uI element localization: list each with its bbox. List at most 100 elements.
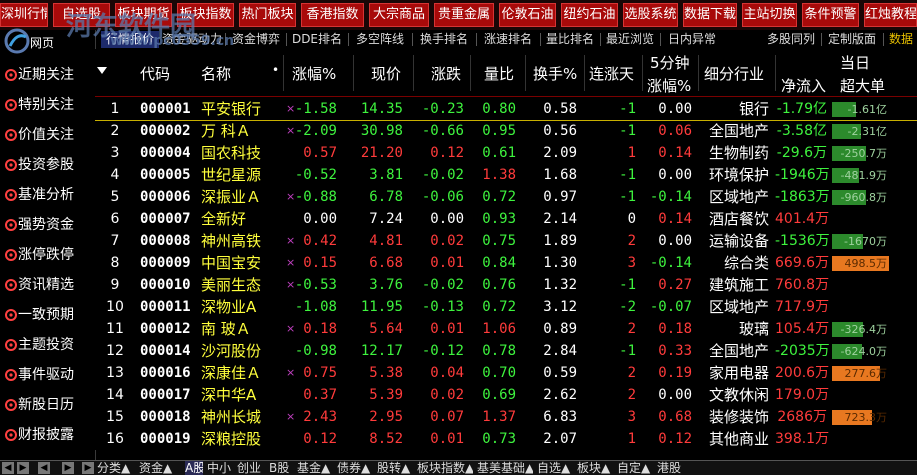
stock-name: 中国宝安 [201, 254, 262, 272]
header-divider [353, 55, 354, 91]
table-row[interactable]: 2 000002 万 科Ａ × -2.09 30.98 -0.66 0.95 0.56 -1 0.0… [95, 120, 917, 142]
sidebar: 网页 近期关注 特别关注 价值关注 投资参股 基准分析 强势资金 涨停跌停 资讯精选 一致预期主… [0, 28, 96, 460]
table-row[interactable]: 12 000014 沙河股份 -0.98 12.17 -0.12 0.78 2.84 -1 0.3… [95, 340, 917, 362]
tab-intraday-anomaly[interactable]: 日内异常 [661, 31, 723, 48]
header-consecutive-up[interactable]: 连涨天 [589, 63, 634, 84]
tab-fund-game[interactable]: 资金博弈 [226, 31, 286, 48]
bottom-tab-1[interactable]: 资金▲ [139, 461, 181, 475]
table-row[interactable]: 8 000009 中国宝安 × 0.15 6.68 0.01 0.84 1.30 3 -0.14 综合… [95, 252, 917, 274]
toolbar-button-hk-index[interactable]: 香港指数 [301, 3, 364, 27]
toolbar-button-commodities[interactable]: 大宗商品 [369, 3, 429, 27]
header-five-min[interactable]: 5分钟 [650, 52, 690, 73]
table-row[interactable]: 11 000012 南 玻Ａ × 0.18 5.64 0.01 1.06 0.89 2 0.18 玻璃… [95, 318, 917, 340]
table-row[interactable]: 6 000007 全新好 0.00 7.24 0.00 0.93 2.14 0 0.14 酒店餐饮 4… [95, 208, 917, 230]
toolbar-button-data-download[interactable]: 数据下载 [683, 3, 737, 27]
toolbar-button-alerts[interactable]: 条件预警 [802, 3, 859, 27]
toolbar-button-precious-metals[interactable]: 贵重金属 [434, 3, 494, 27]
table-row[interactable]: 4 000005 世纪星源 -0.52 3.81 -0.02 1.38 1.68 -1 0.00 环… [95, 164, 917, 186]
tab-dde-rank[interactable]: DDE排名 [287, 31, 347, 48]
header-change-pct[interactable]: 涨幅% [292, 63, 336, 84]
sidebar-item-4[interactable]: 基准分析 [0, 180, 95, 210]
price: 3.76 [369, 277, 403, 293]
sidebar-item-12[interactable]: 财报披露 [0, 420, 95, 450]
next-page-icon[interactable]: ▶ [17, 462, 29, 474]
bottom-tab-4[interactable]: 创业 [237, 461, 265, 475]
bottom-tab-12[interactable]: 板块▲ [577, 461, 613, 475]
table-row[interactable]: 7 000008 神州高铁 × 0.42 4.81 0.02 0.75 1.89 2 0.00 运输设… [95, 230, 917, 252]
table-row[interactable]: 10 000011 深物业A -1.08 11.95 -0.13 0.72 3.12 -2 -0.… [95, 296, 917, 318]
sidebar-item-8[interactable]: 一致预期 [0, 300, 95, 330]
header-super-large[interactable]: 超大单 [840, 75, 885, 96]
toolbar-button-stock-picker[interactable]: 选股系统 [623, 3, 678, 27]
prev-page-icon[interactable]: ◀ [2, 462, 14, 474]
tab-data[interactable]: 数据 [885, 31, 917, 48]
bottom-tab-8[interactable]: 股转▲ [377, 461, 413, 475]
bottom-tab-5[interactable]: B股 [269, 461, 293, 475]
header-name[interactable]: 名称 [201, 63, 231, 84]
bottom-tab-6[interactable]: 基金▲ [297, 461, 333, 475]
table-row[interactable]: 5 000006 深振业Ａ × -0.88 6.78 -0.06 0.72 0.97 -1 -0.1… [95, 186, 917, 208]
bottom-tab-3[interactable]: 中小 [207, 461, 233, 475]
sidebar-item-2[interactable]: 价值关注 [0, 120, 95, 150]
bottom-tab-10[interactable]: 基美基础▲ [477, 461, 533, 475]
sidebar-item-label: 事件驱动 [18, 367, 74, 383]
scroll-end-icon[interactable]: ▶ [82, 462, 94, 474]
sidebar-item-1[interactable]: 特别关注 [0, 90, 95, 120]
five-min-change: 0.00 [658, 167, 692, 183]
toolbar-button-shenzhen[interactable]: 深圳行情 [0, 3, 48, 27]
bottom-tab-14[interactable]: 港股 [657, 461, 687, 475]
five-min-change: -0.07 [649, 299, 692, 315]
sidebar-item-11[interactable]: 新股日历 [0, 390, 95, 420]
header-five-min-pct[interactable]: 涨幅% [647, 75, 691, 96]
header-volume-ratio[interactable]: 量比 [484, 63, 514, 84]
sidebar-item-9[interactable]: 主题投资 [0, 330, 95, 360]
header-turnover[interactable]: 换手% [533, 63, 577, 84]
toolbar-button-ny-oil[interactable]: 纽约石油 [561, 3, 618, 27]
sidebar-item-0[interactable]: 近期关注 [0, 60, 95, 90]
tab-turnover-rank[interactable]: 换手排名 [413, 31, 475, 48]
header-day[interactable]: 当日 [840, 52, 870, 73]
header-industry[interactable]: 细分行业 [704, 63, 764, 84]
header-net-inflow[interactable]: 净流入 [781, 75, 826, 96]
change: 0.02 [430, 387, 464, 403]
header-dot-icon: • [272, 63, 280, 77]
table-header: 代码 名称 • 涨幅% 现价 涨跌 量比 换手% 连涨天 5分钟 涨幅% 细分行… [95, 49, 917, 97]
tab-custom-layout[interactable]: 定制版面 [823, 31, 881, 48]
bottom-tab-9[interactable]: 板块指数▲ [417, 461, 473, 475]
sidebar-item-10[interactable]: 事件驱动 [0, 360, 95, 390]
bottom-tab-0[interactable]: 分类▲ [97, 461, 135, 475]
bottom-tab-7[interactable]: 债券▲ [337, 461, 373, 475]
header-code[interactable]: 代码 [140, 63, 170, 84]
table-row[interactable]: 1 000001 平安银行 × -1.58 14.35 -0.23 0.80 0.58 -1 0.0… [95, 98, 917, 121]
table-row[interactable]: 13 000016 深康佳Ａ × 0.75 5.38 0.04 0.70 0.59 2 0.19 家用… [95, 362, 917, 384]
scroll-right-icon[interactable]: ▶ [62, 462, 74, 474]
tab-multi-stock[interactable]: 多股同列 [763, 31, 819, 48]
header-change[interactable]: 涨跌 [431, 63, 461, 84]
toolbar-button-hot-sectors[interactable]: 热门板块 [239, 3, 296, 27]
bottom-tab-13[interactable]: 自定▲ [617, 461, 653, 475]
bottom-tab-2[interactable]: A股 [185, 461, 203, 475]
toolbar-button-london-oil[interactable]: 伦敦石油 [499, 3, 556, 27]
tab-speed-rank[interactable]: 涨速排名 [477, 31, 539, 48]
volume-ratio: 0.75 [482, 233, 516, 249]
sidebar-item-5[interactable]: 强势资金 [0, 210, 95, 240]
table-row[interactable]: 15 000018 神州长城 × 2.43 2.95 0.07 1.37 6.83 3 0.68 装修… [95, 406, 917, 428]
sort-caret-icon[interactable] [97, 67, 107, 75]
table-row[interactable]: 14 000017 深中华A 0.37 5.39 0.02 0.69 2.62 2 0.00 文教休… [95, 384, 917, 406]
turnover: 0.59 [543, 365, 577, 381]
header-price[interactable]: 现价 [371, 63, 401, 84]
toolbar-button-server-switch[interactable]: 主站切换 [742, 3, 797, 27]
scroll-left-icon[interactable]: ◀ [38, 462, 50, 474]
table-row[interactable]: 9 000010 美丽生态 × -0.53 3.76 -0.02 0.76 1.32 -1 0.27… [95, 274, 917, 296]
toolbar-button-tutorial[interactable]: 红烛教程 [864, 3, 917, 27]
table-row[interactable]: 3 000004 国农科技 0.57 21.20 0.12 0.61 2.09 1 0.14 生物制… [95, 142, 917, 164]
super-large-bar: -1.61亿 [832, 102, 889, 117]
tab-recent-browse[interactable]: 最近浏览 [601, 31, 659, 48]
bottom-tab-11[interactable]: 自选▲ [537, 461, 573, 475]
sidebar-item-3[interactable]: 投资参股 [0, 150, 95, 180]
sidebar-item-7[interactable]: 资讯精选 [0, 270, 95, 300]
table-row[interactable]: 16 000019 深粮控股 0.12 8.52 0.01 0.73 2.07 1 0.12 其他商… [95, 428, 917, 450]
sidebar-item-6[interactable]: 涨停跌停 [0, 240, 95, 270]
tab-long-short[interactable]: 多空阵线 [349, 31, 411, 48]
tab-volume-ratio-rank[interactable]: 量比排名 [541, 31, 599, 48]
